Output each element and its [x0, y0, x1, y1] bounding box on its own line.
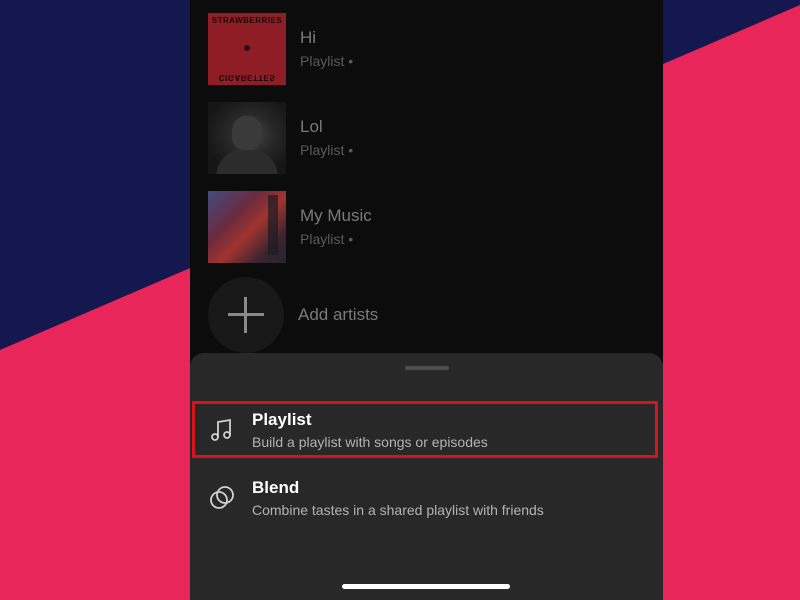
- cover-mark: [244, 45, 250, 51]
- library-item-my-music[interactable]: My Music Playlist •: [208, 188, 648, 266]
- library-item-subtitle: Playlist •: [300, 53, 354, 69]
- playlist-cover-hi: STRAWBERRIES CIGARETTES: [208, 13, 286, 85]
- library-item-lol[interactable]: Lol Playlist •: [208, 99, 648, 177]
- phone-screen: STRAWBERRIES CIGARETTES Hi Playlist • Lo…: [190, 0, 663, 600]
- add-artists-label: Add artists: [298, 305, 379, 324]
- option-title: Blend: [252, 477, 300, 497]
- cover-strip: [268, 195, 278, 255]
- library-item-title: Lol: [300, 117, 323, 136]
- library-item-title: My Music: [300, 206, 372, 225]
- blend-circles-icon: [206, 482, 238, 514]
- playlist-cover-lol: [208, 102, 286, 174]
- library-item-title: Hi: [300, 28, 317, 47]
- portrait-shoulders: [216, 148, 278, 174]
- option-blend[interactable]: Blend Combine tastes in a shared playlis…: [190, 468, 663, 528]
- portrait-head: [232, 116, 262, 150]
- plus-icon[interactable]: [208, 277, 284, 353]
- playlist-cover-my-music: [208, 191, 286, 263]
- library-item-subtitle: Playlist •: [300, 142, 354, 158]
- library-item-hi[interactable]: STRAWBERRIES CIGARETTES Hi Playlist •: [208, 10, 648, 88]
- library-item-subtitle: Playlist •: [300, 231, 354, 247]
- cover-text-top: STRAWBERRIES: [211, 16, 283, 25]
- add-artists-row[interactable]: Add artists: [208, 276, 648, 354]
- option-description: Combine tastes in a shared playlist with…: [252, 501, 544, 518]
- cover-text-bottom: CIGARETTES: [218, 73, 276, 82]
- create-bottom-sheet: Playlist Build a playlist with songs or …: [190, 353, 663, 600]
- sheet-drag-handle[interactable]: [405, 366, 449, 370]
- highlight-box: [192, 401, 658, 458]
- home-indicator[interactable]: [342, 584, 510, 589]
